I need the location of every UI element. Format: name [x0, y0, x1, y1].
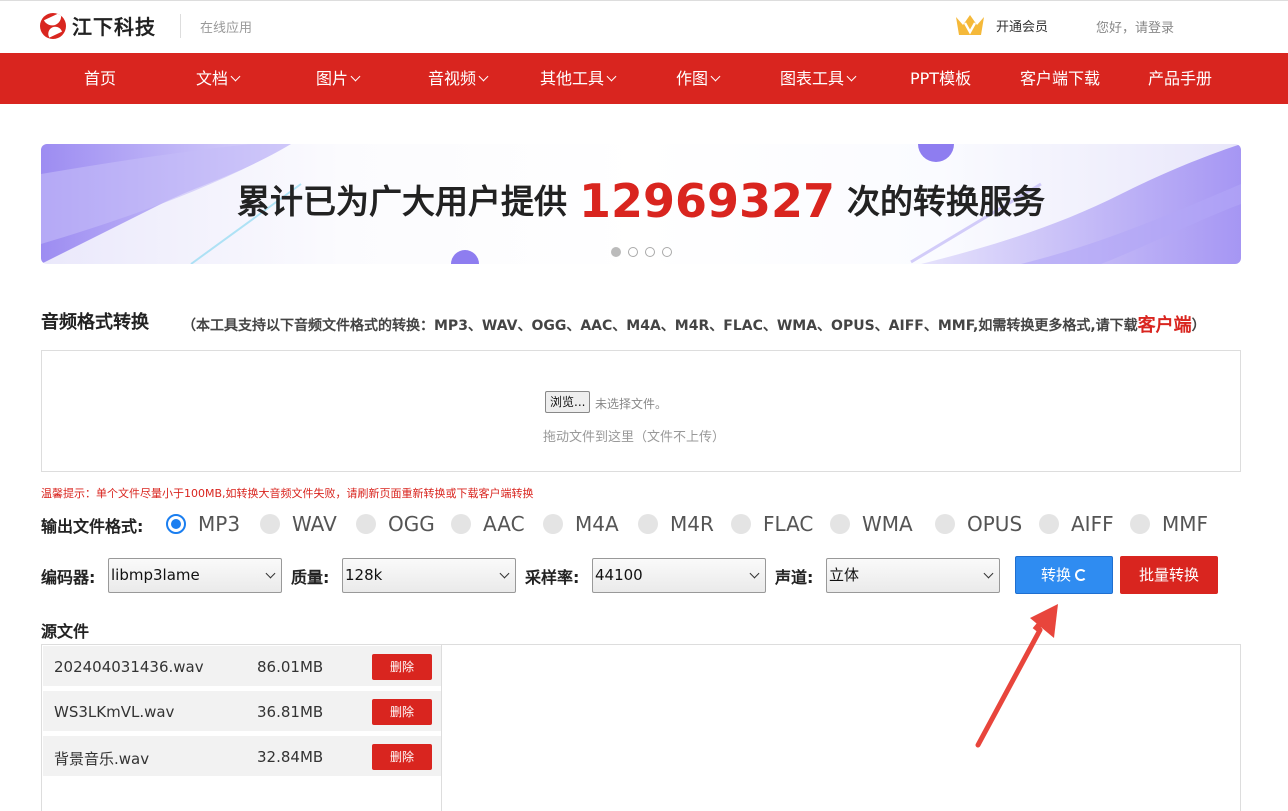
- format-radio-m4a[interactable]: M4A: [543, 512, 619, 536]
- upload-dropzone[interactable]: 浏览... 未选择文件。 拖动文件到这里（文件不上传）: [41, 350, 1241, 472]
- delete-button[interactable]: 删除: [372, 699, 432, 725]
- file-name: 202404031436.wav: [54, 658, 204, 676]
- chevron-down-icon: [749, 568, 760, 579]
- nav-item-home[interactable]: 首页: [84, 53, 116, 104]
- encoder-label: 编码器:: [41, 568, 96, 587]
- radio-icon[interactable]: [638, 514, 658, 534]
- file-name: 背景音乐.wav: [54, 750, 150, 768]
- nav-item-other-tools[interactable]: 其他工具: [540, 53, 617, 104]
- chevron-down-icon: [478, 71, 489, 82]
- radio-icon[interactable]: [260, 514, 280, 534]
- format-radio-wma[interactable]: WMA: [830, 512, 913, 536]
- carousel-dot[interactable]: [628, 247, 638, 257]
- format-radio-aac[interactable]: AAC: [451, 512, 525, 536]
- radio-icon[interactable]: [935, 514, 955, 534]
- nav-item-product-manual[interactable]: 产品手册: [1148, 53, 1212, 104]
- format-radio-m4r[interactable]: M4R: [638, 512, 714, 536]
- samplerate-label: 采样率:: [525, 568, 580, 587]
- vip-link[interactable]: 开通会员: [954, 13, 1048, 37]
- encoder-select[interactable]: libmp3lame: [108, 558, 282, 593]
- delete-button[interactable]: 删除: [372, 654, 432, 680]
- logo-divider: [180, 14, 181, 38]
- radio-icon[interactable]: [731, 514, 751, 534]
- radio-icon[interactable]: [1130, 514, 1150, 534]
- carousel-dot[interactable]: [645, 247, 655, 257]
- carousel-dots: [611, 247, 672, 257]
- chevron-down-icon: [350, 71, 361, 82]
- no-file-text: 未选择文件。: [595, 397, 668, 411]
- nav-item-audio-video[interactable]: 音视频: [428, 53, 489, 104]
- warm-tip: 温馨提示：单个文件尽量小于100MB,如转换大音频文件失败，请刷新页面重新转换或…: [41, 487, 534, 500]
- chevron-down-icon: [499, 568, 510, 579]
- top-bar: 江下科技 在线应用 开通会员 您好，请登录: [0, 0, 1288, 53]
- format-radio-flac[interactable]: FLAC: [731, 512, 813, 536]
- conversion-count: 12969327: [578, 174, 836, 228]
- format-radio-wav[interactable]: WAV: [260, 512, 337, 536]
- nav-item-ppt-templates[interactable]: PPT模板: [910, 53, 971, 104]
- file-row: 202404031436.wav 86.01MB 删除: [43, 646, 441, 686]
- login-link[interactable]: 您好，请登录: [1096, 17, 1174, 36]
- browse-button[interactable]: 浏览...: [545, 391, 591, 413]
- quality-select[interactable]: 128k: [342, 558, 516, 593]
- nav-item-images[interactable]: 图片: [316, 53, 361, 104]
- format-radio-aiff[interactable]: AIFF: [1039, 512, 1114, 536]
- radio-icon[interactable]: [543, 514, 563, 534]
- chevron-down-icon: [983, 568, 994, 579]
- radio-icon[interactable]: [830, 514, 850, 534]
- file-size: 36.81MB: [257, 703, 324, 721]
- refresh-icon: [1075, 569, 1087, 581]
- file-row: WS3LKmVL.wav 36.81MB 删除: [43, 691, 441, 731]
- radio-icon[interactable]: [451, 514, 471, 534]
- format-radio-mp3[interactable]: MP3: [166, 512, 240, 536]
- radio-icon[interactable]: [356, 514, 376, 534]
- samplerate-select[interactable]: 44100: [592, 558, 766, 593]
- logo[interactable]: 江下科技: [40, 11, 156, 40]
- file-size: 86.01MB: [257, 658, 324, 676]
- delete-button[interactable]: 删除: [372, 744, 432, 770]
- radio-selected-icon[interactable]: [166, 514, 186, 534]
- format-label: 输出文件格式:: [41, 517, 144, 536]
- vip-label: 开通会员: [996, 19, 1049, 35]
- file-list: 202404031436.wav 86.01MB 删除 WS3LKmVL.wav…: [42, 645, 442, 811]
- chevron-down-icon: [606, 71, 617, 82]
- tool-title: 音频格式转换: [41, 312, 149, 333]
- site-subtitle: 在线应用: [200, 21, 253, 36]
- file-name: WS3LKmVL.wav: [54, 703, 175, 721]
- chevron-down-icon: [846, 71, 857, 82]
- nav-item-drawing[interactable]: 作图: [676, 53, 721, 104]
- client-download-link[interactable]: 客户端: [1138, 315, 1192, 336]
- logo-icon: [40, 12, 66, 39]
- tool-description: （本工具支持以下音频文件格式的转换：MP3、WAV、OGG、AAC、M4A、M4…: [182, 315, 1206, 336]
- channel-select[interactable]: 立体: [826, 558, 1000, 593]
- crown-icon: [954, 13, 986, 37]
- format-radio-opus[interactable]: OPUS: [935, 512, 1022, 536]
- chevron-down-icon: [265, 568, 276, 579]
- convert-button[interactable]: 转换: [1015, 556, 1113, 594]
- radio-icon[interactable]: [1039, 514, 1059, 534]
- file-row: 背景音乐.wav 32.84MB 删除: [43, 736, 441, 776]
- nav-item-documents[interactable]: 文档: [196, 53, 241, 104]
- main-nav: 首页 文档 图片 音视频 其他工具 作图 图表工具 PPT模板 客户端下载 产品…: [0, 53, 1288, 104]
- annotation-arrow-icon: [975, 604, 1058, 748]
- nav-item-chart-tools[interactable]: 图表工具: [780, 53, 857, 104]
- source-files-title: 源文件: [41, 622, 90, 641]
- channel-label: 声道:: [775, 568, 814, 587]
- chevron-down-icon: [230, 71, 241, 82]
- format-radio-ogg[interactable]: OGG: [356, 512, 435, 536]
- format-radio-mmf[interactable]: MMF: [1130, 512, 1208, 536]
- carousel-dot[interactable]: [611, 247, 621, 257]
- file-size: 32.84MB: [257, 748, 324, 766]
- promo-banner[interactable]: 累计已为广大用户提供 12969327 次的转换服务: [41, 144, 1241, 264]
- banner-headline: 累计已为广大用户提供 12969327 次的转换服务: [236, 174, 1046, 228]
- batch-convert-button[interactable]: 批量转换: [1120, 556, 1218, 594]
- chevron-down-icon: [710, 71, 721, 82]
- brand-name: 江下科技: [72, 15, 156, 39]
- nav-item-client-download[interactable]: 客户端下载: [1020, 53, 1100, 104]
- drag-hint: 拖动文件到这里（文件不上传）: [543, 430, 726, 445]
- quality-label: 质量:: [291, 568, 330, 587]
- carousel-dot[interactable]: [662, 247, 672, 257]
